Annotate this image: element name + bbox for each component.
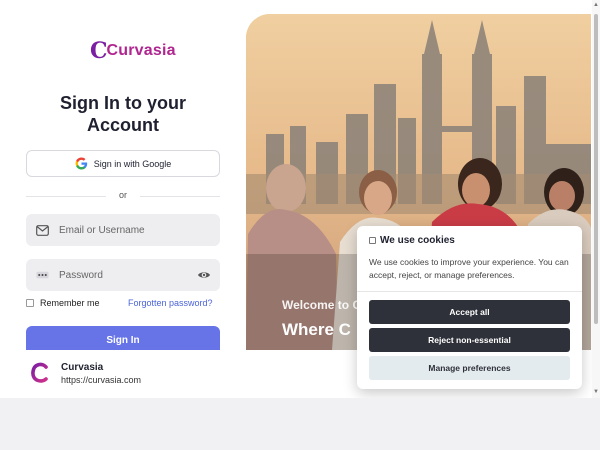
google-signin-button[interactable]: Sign in with Google	[26, 150, 220, 177]
or-divider: or	[26, 190, 220, 202]
hero-headline: Where C	[282, 320, 351, 339]
cookie-title-text: We use cookies	[380, 235, 455, 246]
password-field[interactable]	[26, 259, 220, 291]
forgot-password-link[interactable]: Forgotten password?	[128, 298, 213, 308]
cookie-title: We use cookies	[369, 235, 455, 246]
google-icon	[75, 157, 87, 170]
preview-site-name: Curvasia	[61, 362, 104, 373]
page-scrollbar[interactable]: ▲ ▼	[592, 0, 600, 398]
password-dots-icon	[36, 269, 49, 282]
email-field[interactable]	[26, 214, 220, 246]
logo-wordmark: Curvasia	[106, 42, 176, 59]
below-viewport-area	[0, 398, 600, 450]
scrollbar-thumb[interactable]	[594, 14, 598, 324]
preview-site-url: https://curvasia.com	[61, 375, 142, 385]
scroll-up-arrow-icon[interactable]: ▲	[593, 2, 599, 8]
scroll-down-arrow-icon[interactable]: ▼	[593, 389, 599, 395]
reject-non-essential-button[interactable]: Reject non-essential	[369, 328, 570, 352]
google-button-label: Sign in with Google	[93, 158, 172, 169]
accept-all-button[interactable]: Accept all	[369, 300, 570, 324]
divider-line-right	[140, 196, 220, 197]
remember-label: Remember me	[40, 298, 100, 308]
cookie-divider	[357, 291, 582, 292]
cookie-checkbox-icon	[369, 237, 376, 244]
page-title: Sign In to your Account	[60, 93, 186, 135]
remember-checkbox[interactable]	[26, 299, 34, 307]
curvasia-logo-icon	[31, 362, 48, 383]
password-input[interactable]	[59, 269, 179, 281]
cookie-consent-dialog: We use cookies We use cookies to improve…	[357, 226, 582, 389]
remember-me[interactable]: Remember me	[26, 298, 100, 308]
link-preview[interactable]: Curvasia https://curvasia.com	[20, 350, 360, 398]
manage-preferences-button[interactable]: Manage preferences	[369, 356, 570, 380]
brand-logo[interactable]: C Curvasia	[90, 40, 176, 62]
cookie-description: We use cookies to improve your experienc…	[369, 257, 569, 280]
email-input[interactable]	[59, 224, 179, 236]
eye-icon[interactable]	[197, 269, 211, 281]
browser-viewport: C Curvasia Sign In to your Account Sign …	[0, 0, 600, 398]
or-label: or	[118, 190, 127, 200]
logo-mark: C	[90, 38, 108, 64]
hero-welcome-text: Welcome to C	[282, 298, 362, 312]
mail-icon	[36, 224, 49, 237]
